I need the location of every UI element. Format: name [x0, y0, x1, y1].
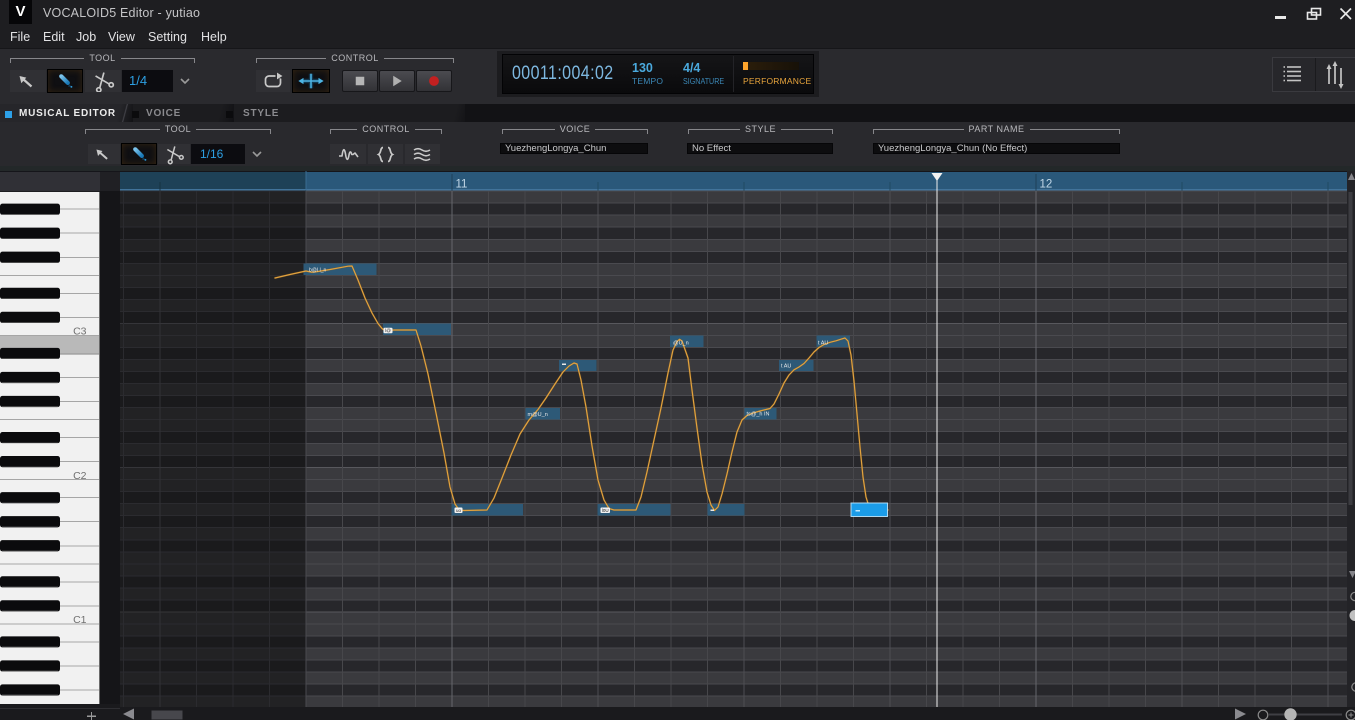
svg-text:C1: C1: [73, 614, 87, 626]
svg-text:@U_n: @U_n: [673, 341, 689, 347]
svg-text:12: 12: [1040, 179, 1053, 191]
svg-text:11: 11: [456, 179, 468, 191]
svg-text:C3: C3: [73, 326, 87, 338]
svg-text:m@U_n: m@U_n: [528, 412, 548, 418]
svg-text:b@I l_n: b@I l_n: [309, 268, 327, 274]
svg-text:l@: l@: [385, 328, 391, 333]
svg-text:l0U: l0U: [602, 508, 609, 513]
svg-text:C2: C2: [73, 470, 87, 482]
svg-text:t AU: t AU: [818, 341, 828, 347]
svg-text:uo: uo: [456, 508, 462, 513]
svg-text:t AU: t AU: [781, 364, 791, 370]
svg-text:ts@_h IN: ts@_h IN: [747, 412, 770, 418]
